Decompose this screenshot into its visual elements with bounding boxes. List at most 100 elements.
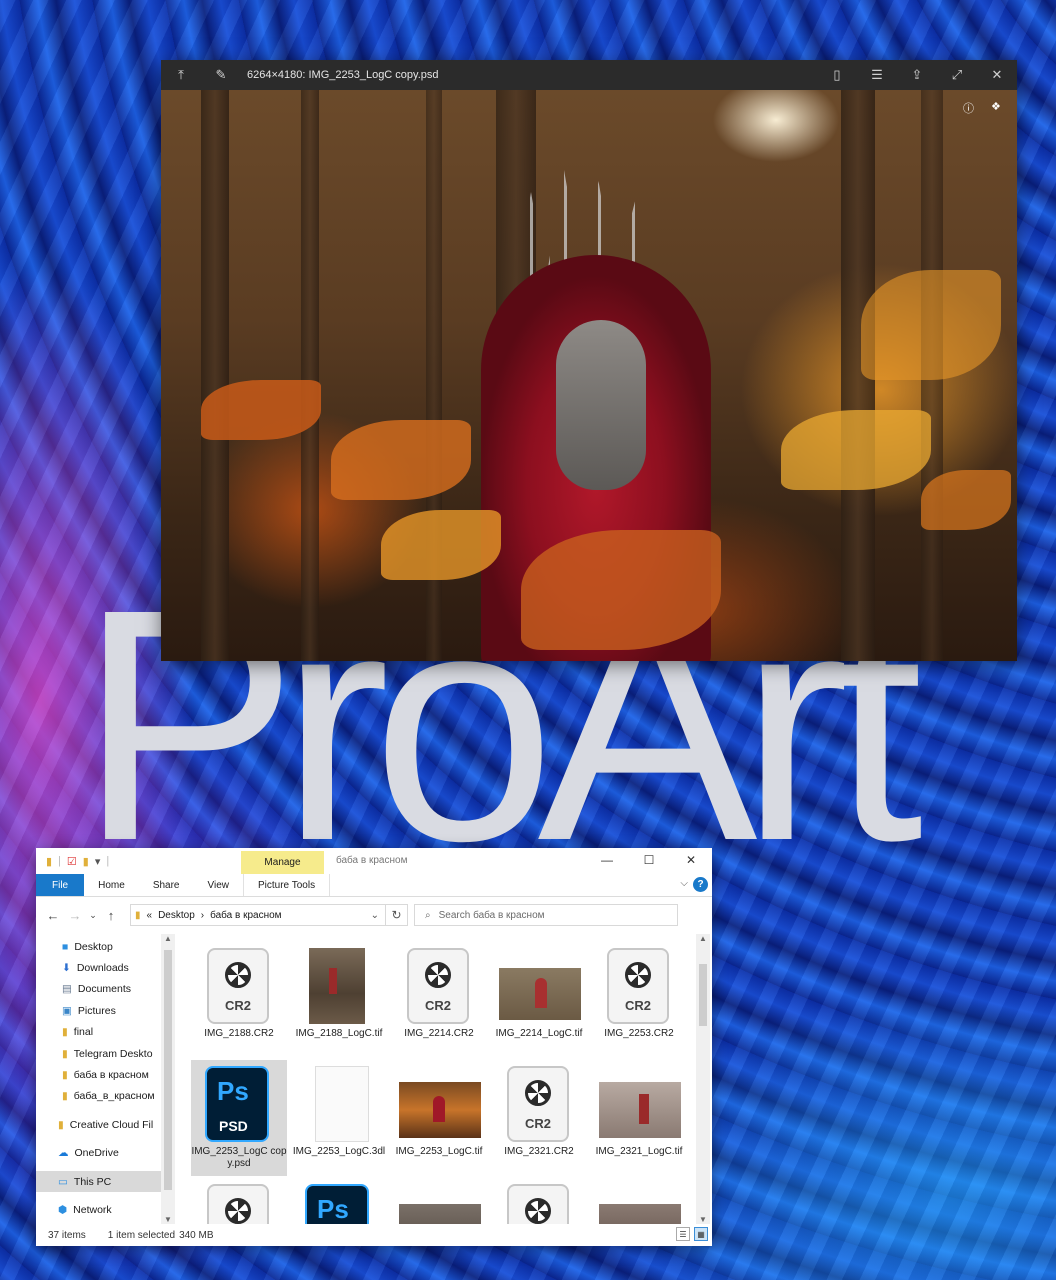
file-item[interactable]: Ps bbox=[291, 1178, 387, 1224]
photo-viewer-window: ⤒ ✎ 6264×4180: IMG_2253_LogC copy.psd ▯ … bbox=[161, 60, 1017, 661]
folder-icon: ▮ bbox=[135, 909, 141, 921]
nav-item-pictures[interactable]: ▣Pictures📌︎ bbox=[36, 1000, 174, 1021]
up-icon[interactable]: ↑ bbox=[100, 908, 122, 923]
tab-file[interactable]: File bbox=[36, 874, 85, 896]
scroll-up-icon[interactable]: ▲ bbox=[699, 934, 707, 943]
large-icons-view-icon[interactable]: ▦ bbox=[694, 1227, 708, 1241]
forward-icon[interactable]: → bbox=[64, 908, 86, 923]
minimize-icon[interactable]: — bbox=[586, 848, 628, 872]
status-bar: 37 items 1 item selected 340 MB ☰ ▦ bbox=[36, 1224, 712, 1246]
pin-top-icon[interactable]: ⤒ bbox=[161, 60, 201, 90]
file-item[interactable]: CR2 IMG_2188.CR2 bbox=[191, 942, 287, 1058]
window-controls: — ☐ ✕ bbox=[586, 848, 712, 872]
scroll-down-icon[interactable]: ▼ bbox=[699, 1215, 707, 1224]
scroll-up-icon[interactable]: ▲ bbox=[164, 934, 172, 943]
cr2-file-icon: CR2 bbox=[607, 948, 669, 1024]
nav-item-documents[interactable]: ▤Documents📌︎ bbox=[36, 979, 174, 1000]
scroll-down-icon[interactable]: ▼ bbox=[164, 1215, 172, 1224]
file-item[interactable]: IMG_2253_LogC.tif bbox=[391, 1060, 487, 1176]
figure-mask bbox=[556, 320, 646, 490]
breadcrumb-current[interactable]: баба в красном bbox=[210, 910, 281, 921]
nav-scroll-thumb[interactable] bbox=[164, 950, 172, 1190]
properties-icon[interactable]: ☑ bbox=[67, 855, 77, 868]
cr2-file-icon: CR2 bbox=[407, 948, 469, 1024]
file-item[interactable]: IMG_2188_LogC.tif bbox=[291, 942, 387, 1058]
nav-item-final[interactable]: ▮ final bbox=[36, 1022, 174, 1043]
nav-item-telegram[interactable]: ▮ Telegram Deskto bbox=[36, 1043, 174, 1064]
nav-label: final bbox=[73, 1026, 94, 1039]
file-name: IMG_2214.CR2 bbox=[404, 1028, 474, 1039]
info-icon[interactable]: ⓘ bbox=[963, 100, 974, 116]
nav-label: Pictures bbox=[77, 1004, 116, 1017]
tab-manage[interactable]: Manage bbox=[241, 851, 324, 874]
pictures-icon: ▣ bbox=[62, 1004, 72, 1017]
customize-toolbar-icon[interactable]: ▾ bbox=[95, 855, 101, 868]
help-icon[interactable]: ? bbox=[693, 877, 708, 892]
close-icon[interactable]: ✕ bbox=[670, 848, 712, 872]
nav-label: Downloads bbox=[76, 962, 129, 975]
list-icon[interactable]: ☰ bbox=[857, 60, 897, 90]
photo-canvas[interactable]: ⓘ ❖ bbox=[161, 90, 1017, 661]
file-item[interactable] bbox=[491, 1178, 587, 1224]
search-box[interactable]: ⌕ Search баба в красном bbox=[414, 904, 678, 926]
close-icon[interactable]: ✕ bbox=[977, 60, 1017, 90]
nav-item-downloads[interactable]: ⬇Downloads📌︎ bbox=[36, 957, 174, 978]
network-icon: ⬢ bbox=[58, 1203, 68, 1216]
nav-item-network[interactable]: ⬢ Network bbox=[36, 1199, 174, 1220]
file-item[interactable]: IMG_2253_LogC.3dl bbox=[291, 1060, 387, 1176]
tab-picture-tools[interactable]: Picture Tools bbox=[243, 874, 331, 896]
file-item[interactable] bbox=[591, 1178, 687, 1224]
file-item[interactable]: Ps PSD IMG_2253_LogC copy.psd bbox=[191, 1060, 287, 1176]
file-item[interactable] bbox=[191, 1178, 287, 1224]
refresh-button[interactable]: ↻ bbox=[386, 904, 408, 926]
nav-label: баба в красном bbox=[73, 1069, 149, 1082]
share-icon[interactable]: ⇪ bbox=[897, 60, 937, 90]
file-item[interactable] bbox=[391, 1178, 487, 1224]
file-item[interactable]: CR2 IMG_2214.CR2 bbox=[391, 942, 487, 1058]
tab-view[interactable]: View bbox=[194, 874, 244, 896]
file-item[interactable]: IMG_2214_LogC.tif bbox=[491, 942, 587, 1058]
file-name: IMG_2321_LogC.tif bbox=[595, 1146, 683, 1157]
viewer-titlebar: ⤒ ✎ 6264×4180: IMG_2253_LogC copy.psd ▯ … bbox=[161, 60, 1017, 90]
maximize-icon[interactable]: ☐ bbox=[628, 848, 670, 872]
address-bar[interactable]: ▮ « Desktop › баба в красном ⌄ bbox=[130, 904, 386, 926]
tab-home[interactable]: Home bbox=[84, 874, 139, 896]
fullscreen-icon[interactable]: ⤢ bbox=[937, 60, 977, 90]
file-name: IMG_2321.CR2 bbox=[504, 1146, 574, 1157]
leaf bbox=[381, 510, 501, 580]
window-title: баба в красном bbox=[336, 855, 408, 866]
tree-trunk bbox=[301, 90, 319, 661]
file-item[interactable]: IMG_2321_LogC.tif bbox=[591, 1060, 687, 1176]
nav-item-this-pc[interactable]: ▭ This PC bbox=[36, 1170, 174, 1193]
breadcrumb-root[interactable]: « bbox=[147, 910, 153, 921]
nav-item-baba-red-2[interactable]: ▮ баба_в_красном bbox=[36, 1086, 174, 1107]
address-dropdown-icon[interactable]: ⌄ bbox=[371, 910, 379, 921]
color-icon[interactable]: ❖ bbox=[991, 100, 1001, 113]
tree-trunk bbox=[201, 90, 229, 661]
new-folder-icon[interactable]: ▮ bbox=[83, 855, 89, 868]
file-item[interactable]: CR2 IMG_2321.CR2 bbox=[491, 1060, 587, 1176]
pin-icon[interactable]: ✎ bbox=[201, 60, 241, 90]
details-view-icon[interactable]: ☰ bbox=[676, 1227, 690, 1241]
files-scroll-thumb[interactable] bbox=[699, 964, 707, 1026]
nav-item-desktop[interactable]: ■Desktop📌︎ bbox=[36, 936, 174, 957]
file-list: CR2 IMG_2188.CR2 IMG_2188_LogC.tif CR2 I… bbox=[186, 940, 696, 1224]
search-icon: ⌕ bbox=[425, 909, 431, 921]
breadcrumb-desktop[interactable]: Desktop bbox=[158, 910, 195, 921]
file-item[interactable]: CR2 IMG_2253.CR2 bbox=[591, 942, 687, 1058]
nav-item-onedrive[interactable]: ☁ OneDrive bbox=[36, 1143, 174, 1164]
recent-locations-icon[interactable]: ⌄ bbox=[86, 910, 100, 921]
file-explorer-window: ▮ | ☑ ▮ ▾ | Manage баба в красном — ☐ ✕ … bbox=[36, 848, 712, 1246]
file-icon[interactable]: ▯ bbox=[817, 60, 857, 90]
cr2-file-icon: CR2 bbox=[207, 948, 269, 1024]
nav-item-creative-cloud[interactable]: ▮ Creative Cloud Fil bbox=[36, 1114, 174, 1135]
file-type-tag: CR2 bbox=[224, 998, 251, 1013]
nav-label: Creative Cloud Fil bbox=[69, 1118, 154, 1131]
ribbon-tabs: File Home Share View Picture Tools ⌵ ? bbox=[36, 874, 712, 897]
tab-share[interactable]: Share bbox=[139, 874, 194, 896]
back-icon[interactable]: ← bbox=[42, 908, 64, 923]
expand-ribbon-icon[interactable]: ⌵ bbox=[680, 878, 688, 889]
nav-scrollbar[interactable]: ▲ ▼ bbox=[161, 934, 175, 1224]
nav-item-baba-red-1[interactable]: ▮ баба в красном bbox=[36, 1064, 174, 1085]
files-scrollbar[interactable]: ▲ ▼ bbox=[696, 934, 710, 1224]
